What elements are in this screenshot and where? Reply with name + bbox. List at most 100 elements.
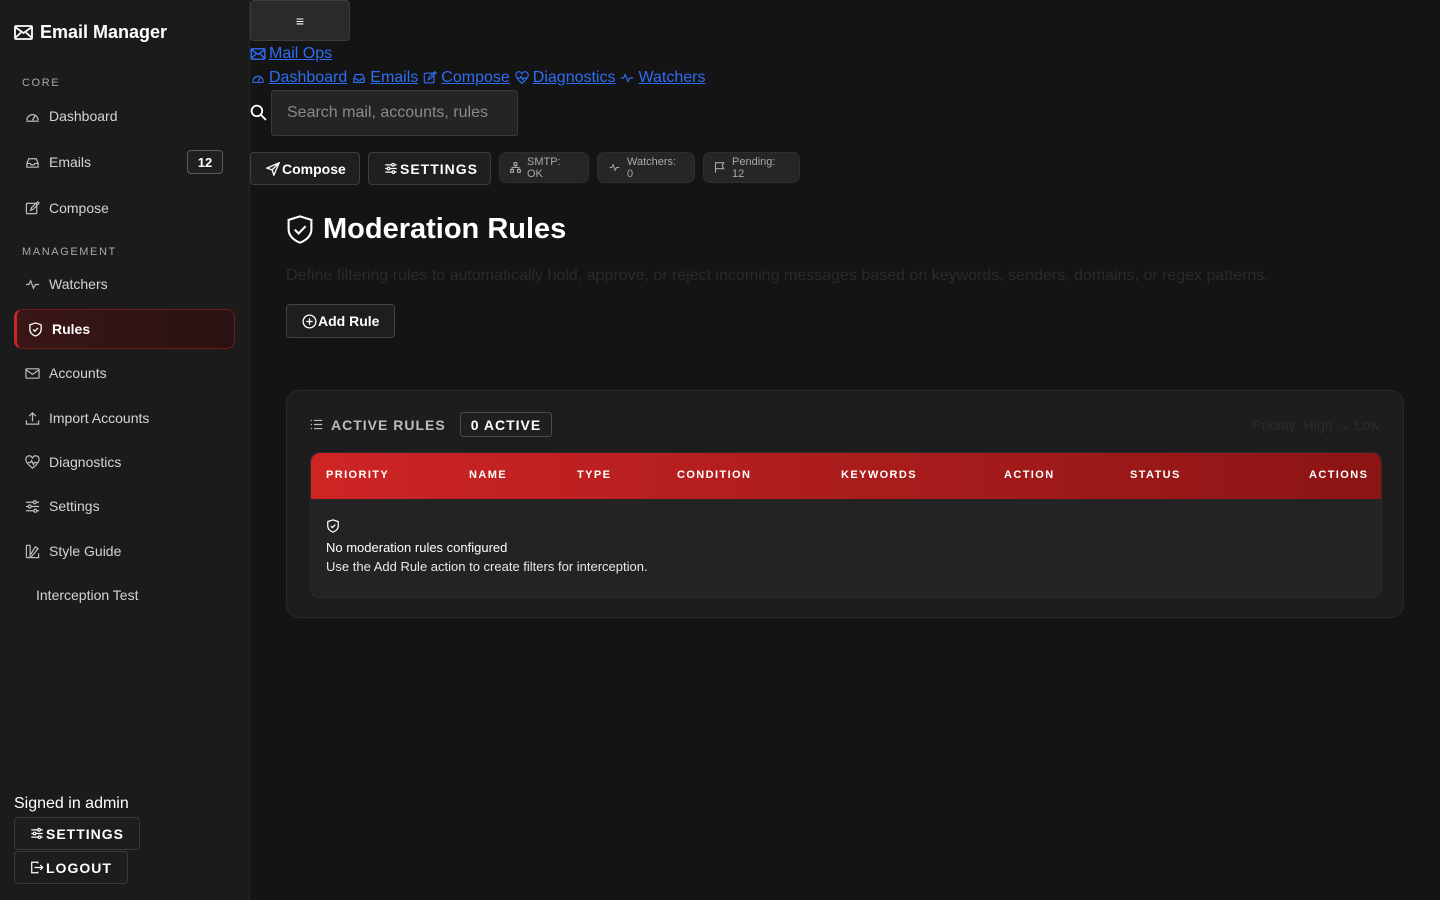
nav-link-label: Dashboard: [269, 69, 348, 86]
column-header-name[interactable]: NAME: [469, 469, 507, 481]
column-header-condition[interactable]: CONDITION: [677, 469, 751, 481]
activity-icon: [25, 277, 40, 292]
sidebar-item-accounts[interactable]: Accounts: [14, 353, 235, 393]
sidebar-item-emails[interactable]: Emails 12: [14, 142, 235, 182]
gauge-icon: [250, 71, 266, 85]
card-header: ACTIVE RULES 0 ACTIVE: [310, 412, 553, 437]
watchers-status-label: Watchers: 0: [627, 155, 677, 180]
logout-label: LOGOUT: [46, 859, 112, 876]
sidebar-item-compose[interactable]: Compose: [14, 188, 235, 228]
column-header-keywords[interactable]: KEYWORDS: [841, 469, 917, 481]
page-subtitle: Define filtering rules to automatically …: [286, 267, 1269, 284]
sidebar-item-settings[interactable]: Settings: [14, 486, 235, 526]
column-header-actions: ACTIONS: [1309, 469, 1369, 481]
sliders-icon: [384, 162, 398, 175]
add-rule-button[interactable]: Add Rule: [286, 304, 396, 338]
brand-link-label: Mail Ops: [269, 45, 333, 62]
sidebar-item-label: Accounts: [49, 365, 107, 381]
plus-circle-icon: [302, 313, 317, 329]
search-input[interactable]: [271, 90, 518, 136]
sidebar-item-watchers[interactable]: Watchers: [14, 264, 235, 304]
app-brand[interactable]: Email Manager: [14, 22, 167, 43]
nav-link-emails[interactable]: Emails: [351, 69, 418, 87]
nav-link-dashboard[interactable]: Dashboard: [250, 69, 347, 87]
settings-button[interactable]: SETTINGS: [368, 152, 491, 185]
pending-status-label: Pending: 12: [732, 155, 776, 180]
pencil-square-icon: [422, 71, 438, 85]
column-header-status[interactable]: STATUS: [1130, 469, 1181, 481]
smtp-status-badge: SMTP: OK: [499, 152, 589, 183]
upload-icon: [25, 411, 40, 426]
active-rules-card: ACTIVE RULES 0 ACTIVE Priority: High → L…: [286, 390, 1404, 618]
shield-check-icon: [28, 321, 43, 337]
network-icon: [510, 162, 521, 173]
nav-link-label: Diagnostics: [532, 69, 616, 86]
table-header: PRIORITY NAME TYPE CONDITION KEYWORDS AC…: [311, 453, 1381, 499]
card-title: ACTIVE RULES: [331, 416, 446, 433]
sidebar-item-label: Emails: [49, 154, 92, 170]
search-icon: [250, 104, 267, 121]
inbox-icon: [351, 71, 367, 85]
add-rule-label: Add Rule: [318, 313, 380, 329]
activity-icon: [608, 162, 621, 173]
sliders-icon: [30, 827, 44, 840]
nav-link-diagnostics[interactable]: Diagnostics: [514, 69, 616, 87]
inbox-icon: [25, 155, 40, 170]
sidebar-item-label: Import Accounts: [49, 410, 150, 426]
sidebar-item-label: Style Guide: [49, 543, 122, 559]
watchers-status-badge: Watchers: 0: [597, 152, 695, 183]
envelope-paper-icon: [25, 366, 40, 381]
empty-state-hint: Use the Add Rule action to create filter…: [326, 559, 648, 574]
shield-check-icon: [286, 214, 314, 245]
sidebar-item-label: Dashboard: [49, 108, 118, 124]
compose-button[interactable]: Compose: [250, 152, 360, 185]
sort-order-label: Priority: High → Low: [1252, 417, 1380, 433]
empty-state: No moderation rules configured Use the A…: [326, 519, 648, 576]
gauge-icon: [25, 109, 40, 124]
sidebar-item-label: Diagnostics: [49, 454, 122, 470]
sidebar-settings-label: SETTINGS: [46, 825, 125, 842]
brand-link[interactable]: Mail Ops: [250, 45, 332, 63]
palette-icon: [25, 544, 40, 559]
sidebar-item-label: Rules: [52, 321, 91, 337]
top-nav: Dashboard Emails Compose Diagnostics Wat…: [250, 69, 705, 87]
app-title: Email Manager: [40, 22, 168, 42]
nav-link-compose[interactable]: Compose: [422, 69, 510, 87]
sidebar-item-label: Compose: [49, 200, 109, 216]
column-header-action[interactable]: ACTION: [1004, 469, 1055, 481]
flag-icon: [714, 161, 726, 174]
nav-link-watchers[interactable]: Watchers: [619, 69, 705, 87]
section-label-management: MANAGEMENT: [22, 246, 117, 258]
nav-link-label: Emails: [370, 69, 419, 86]
menu-toggle-button[interactable]: ≡: [250, 0, 350, 41]
section-label-core: CORE: [22, 77, 61, 89]
logout-button[interactable]: LOGOUT: [14, 851, 128, 884]
sidebar-item-style-guide[interactable]: Style Guide: [14, 531, 235, 571]
active-count-badge: 0 ACTIVE: [459, 412, 553, 437]
envelope-icon: [250, 48, 266, 60]
pencil-square-icon: [25, 200, 40, 216]
nav-link-label: Watchers: [638, 69, 706, 86]
sidebar-item-diagnostics[interactable]: Diagnostics: [14, 442, 235, 482]
hamburger-icon: ≡: [295, 12, 305, 29]
page-title-text: Moderation Rules: [323, 213, 567, 245]
logout-icon: [30, 861, 44, 874]
heart-pulse-icon: [25, 454, 40, 470]
sidebar-item-import-accounts[interactable]: Import Accounts: [14, 398, 235, 438]
column-header-type[interactable]: TYPE: [577, 469, 611, 481]
sidebar-item-interception-test[interactable]: Interception Test: [14, 575, 235, 615]
signed-in-label: Signed in admin: [14, 795, 129, 812]
compose-button-label: Compose: [282, 160, 346, 177]
settings-button-label: SETTINGS: [400, 160, 479, 177]
column-header-priority[interactable]: PRIORITY: [326, 469, 389, 481]
sidebar-item-label: Settings: [49, 498, 100, 514]
sidebar-item-label: Watchers: [49, 276, 108, 292]
heart-pulse-icon: [514, 71, 530, 85]
sidebar-item-rules[interactable]: Rules: [14, 309, 235, 349]
smtp-status-label: SMTP: OK: [527, 155, 561, 180]
sidebar-settings-button[interactable]: SETTINGS: [14, 817, 141, 850]
sidebar-item-dashboard[interactable]: Dashboard: [14, 96, 235, 136]
page-title: Moderation Rules: [286, 213, 566, 246]
list-icon: [310, 419, 323, 430]
sidebar: Email Manager CORE Dashboard Emails 12 C…: [0, 0, 250, 900]
